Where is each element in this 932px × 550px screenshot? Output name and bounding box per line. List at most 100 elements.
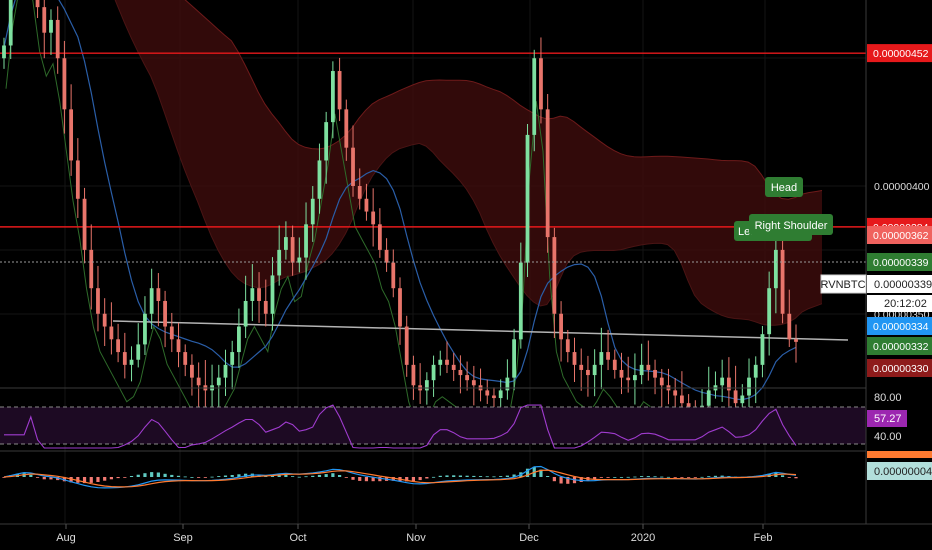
candle-body	[330, 71, 335, 123]
price-tag-label: 0.00000330	[873, 363, 929, 375]
svg-text:Right Shoulder: Right Shoulder	[755, 220, 828, 232]
macd-histogram-bar	[687, 477, 691, 478]
macd-histogram-bar	[438, 475, 442, 477]
macd-histogram-bar	[680, 477, 684, 478]
candle-body	[283, 237, 288, 250]
macd-histogram-bar	[492, 476, 496, 478]
macd-value-badge: 0.00000004	[867, 462, 932, 480]
candle-body	[277, 249, 282, 276]
candle-body	[163, 300, 167, 327]
candle-body	[498, 390, 503, 399]
candle-body	[270, 275, 275, 314]
macd-histogram-bar	[317, 474, 322, 477]
candle-body	[773, 249, 778, 289]
candle-body	[559, 313, 563, 340]
macd-histogram-bar	[230, 475, 234, 477]
candle-body	[149, 288, 154, 314]
svg-text:57.27: 57.27	[874, 413, 902, 425]
countdown-label: 20:12:02	[867, 295, 932, 312]
candle-body	[109, 326, 114, 340]
rsi-lower-tick: 40.00	[874, 431, 902, 443]
macd-histogram-bar	[364, 477, 369, 482]
candle-body	[633, 375, 637, 381]
candle-body	[619, 369, 624, 378]
candle-body	[512, 339, 517, 378]
macd-histogram-bar	[150, 472, 154, 477]
candle-body	[257, 288, 261, 301]
symbol-badge: RVNBTC	[820, 274, 867, 294]
candle-body	[364, 198, 369, 212]
svg-text:0.00000004: 0.00000004	[874, 466, 932, 478]
macd-histogram-bar	[109, 477, 113, 480]
macd-histogram-bar	[42, 477, 46, 480]
candle-body	[62, 58, 67, 110]
candle-body	[223, 364, 228, 378]
macd-histogram-bar	[197, 477, 201, 478]
candle-body	[116, 339, 121, 353]
candle-body	[243, 300, 248, 327]
macd-histogram-bar	[89, 477, 93, 483]
macd-histogram-bar	[297, 476, 301, 478]
candle-body	[518, 262, 523, 340]
candle-body	[102, 313, 107, 327]
macd-signal-badge	[867, 451, 932, 458]
candle-body	[720, 377, 725, 386]
macd-histogram-bar	[304, 476, 308, 478]
macd-histogram-bar	[331, 473, 335, 477]
candle-body	[49, 19, 53, 33]
tradingview-chart[interactable]: Head Left Shoulder Right Shoulder 0.0000…	[0, 0, 932, 550]
macd-histogram-bar	[123, 477, 127, 478]
candle-body	[646, 364, 651, 370]
candle-body	[659, 377, 664, 386]
candle-body	[767, 288, 772, 335]
candle-body	[183, 352, 188, 365]
macd-histogram-bar	[311, 475, 315, 477]
time-tick-label: Oct	[289, 532, 306, 544]
right-shoulder-label[interactable]: Right Shoulder	[749, 214, 833, 235]
candle-body	[317, 160, 322, 199]
price-tag-label: 0.00000339	[873, 257, 929, 269]
svg-text:20:12:02: 20:12:02	[884, 298, 927, 310]
candle-body	[606, 352, 610, 360]
candle-body	[384, 249, 389, 263]
candle-body	[599, 352, 604, 365]
macd-histogram-bar	[35, 477, 40, 478]
macd-histogram-bar	[499, 476, 503, 477]
candle-body	[89, 249, 94, 289]
macd-histogram-bar	[337, 475, 342, 477]
svg-text:RVNBTC: RVNBTC	[820, 279, 865, 291]
macd-histogram-bar	[546, 476, 550, 477]
head-label[interactable]: Head	[765, 177, 803, 197]
macd-histogram-bar	[673, 477, 677, 478]
candle-body	[35, 0, 40, 8]
candle-body	[190, 364, 194, 378]
time-tick-label: Aug	[56, 532, 76, 544]
rsi-value-badge: 57.27	[867, 410, 907, 427]
candle-body	[485, 390, 490, 396]
macd-histogram-bar	[103, 477, 107, 481]
candle-body	[492, 395, 496, 399]
candle-body	[136, 344, 141, 360]
macd-histogram-bar	[29, 474, 33, 477]
macd-histogram-bar	[660, 476, 664, 478]
macd-histogram-bar	[217, 476, 221, 477]
svg-text:0.00000339: 0.00000339	[874, 279, 932, 291]
candle-body	[579, 364, 584, 370]
candle-body	[471, 380, 476, 386]
candle-body	[465, 375, 470, 381]
candle-body	[760, 334, 765, 365]
candle-body	[69, 109, 74, 161]
time-tick-label: Dec	[519, 532, 539, 544]
candle-body	[196, 377, 201, 386]
macd-histogram-bar	[176, 475, 181, 477]
last-price-axis-label: 0.00000339	[867, 275, 932, 293]
candle-body	[324, 122, 329, 161]
macd-histogram-bar	[190, 477, 194, 478]
candle-body	[371, 211, 376, 225]
candle-body	[679, 395, 684, 404]
candle-body	[565, 339, 570, 353]
macd-histogram-bar	[653, 476, 657, 478]
macd-histogram-bar	[794, 477, 798, 479]
macd-histogram-bar	[445, 475, 449, 477]
candle-body	[337, 71, 342, 110]
